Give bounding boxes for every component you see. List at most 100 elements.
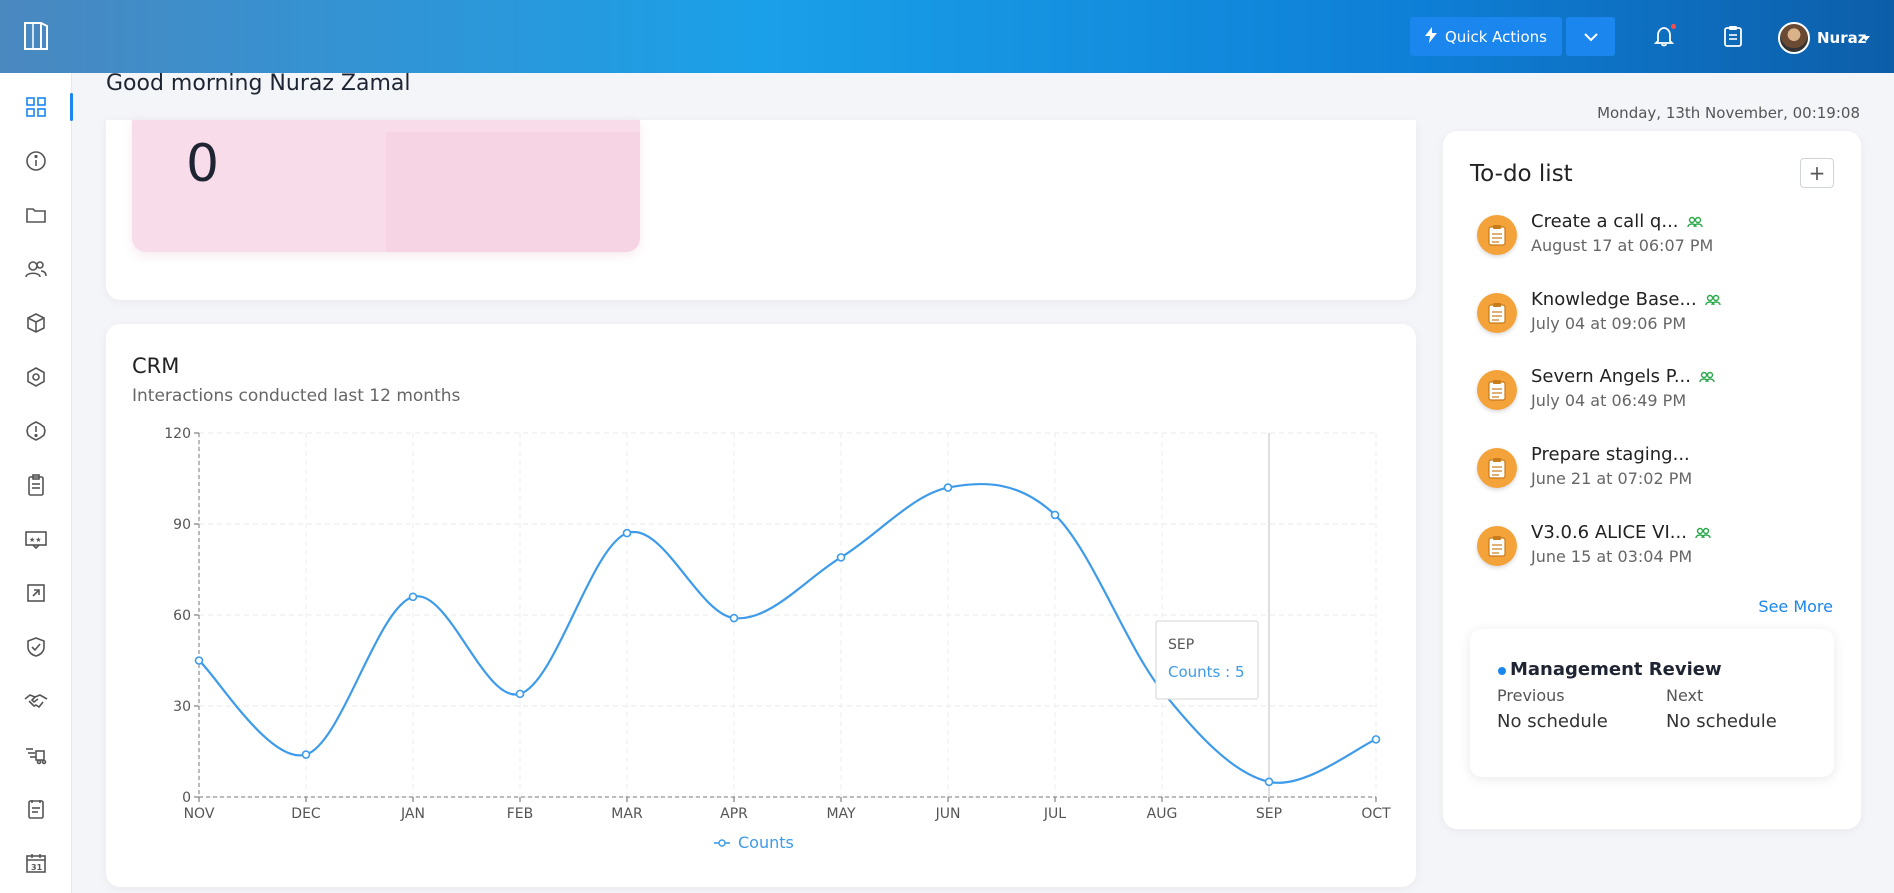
shared-group-icon bbox=[1686, 212, 1703, 233]
data-point bbox=[1050, 510, 1060, 520]
shared-group-icon bbox=[1704, 290, 1721, 311]
todo-item[interactable]: V3.0.6 ALICE VI... June 15 at 03:04 PM bbox=[1477, 520, 1837, 580]
data-point bbox=[301, 750, 311, 759]
tasks-clipboard-icon[interactable] bbox=[1719, 22, 1747, 50]
app-logo-icon[interactable] bbox=[22, 20, 50, 52]
next-value: No schedule bbox=[1666, 711, 1777, 732]
todo-item-name: Severn Angels P... bbox=[1531, 366, 1715, 388]
shield-check-icon[interactable] bbox=[0, 627, 72, 667]
todo-card: To-do list + Create a call q... August 17… bbox=[1443, 131, 1861, 829]
legend-marker bbox=[718, 839, 726, 847]
info-icon[interactable] bbox=[0, 141, 72, 181]
management-review-card[interactable]: Management Review Previous No schedule N… bbox=[1470, 629, 1834, 777]
svg-text:★★: ★★ bbox=[29, 536, 42, 544]
task-clipboard-icon bbox=[1477, 448, 1517, 488]
shared-group-icon bbox=[1699, 367, 1715, 388]
todo-item-label: Prepare staging... bbox=[1531, 444, 1690, 465]
todo-item-label: Knowledge Base... bbox=[1531, 289, 1697, 310]
todo-item-date: June 21 at 07:02 PM bbox=[1531, 469, 1693, 488]
x-tick-label: SEP bbox=[1256, 806, 1282, 822]
x-tick-label: MAR bbox=[611, 806, 643, 822]
y-tick-label: 90 bbox=[173, 517, 191, 533]
x-tick-label: AUG bbox=[1147, 806, 1178, 822]
todo-item-date: July 04 at 06:49 PM bbox=[1531, 391, 1687, 410]
task-clipboard-icon bbox=[1477, 215, 1517, 255]
data-point bbox=[515, 689, 525, 699]
x-tick-label: JUL bbox=[1043, 806, 1066, 822]
box-icon[interactable] bbox=[0, 303, 72, 343]
x-tick-label: OCT bbox=[1361, 806, 1391, 822]
user-name[interactable]: Nuraz bbox=[1817, 29, 1866, 47]
legend-label: Counts bbox=[738, 833, 794, 852]
dashboard-icon[interactable] bbox=[0, 87, 73, 127]
todo-item[interactable]: Knowledge Base... July 04 at 09:06 PM bbox=[1477, 287, 1837, 347]
x-tick-label: APR bbox=[720, 806, 748, 822]
todo-item-date: August 17 at 06:07 PM bbox=[1531, 236, 1714, 255]
current-datetime: Monday, 13th November, 00:19:08 bbox=[1597, 104, 1860, 122]
x-tick-label: JAN bbox=[400, 806, 425, 822]
data-point bbox=[1371, 735, 1381, 744]
top-bar: Quick Actions Nuraz bbox=[0, 0, 1894, 73]
data-point bbox=[836, 553, 846, 562]
data-point bbox=[1264, 777, 1274, 787]
see-more-link[interactable]: See More bbox=[1758, 597, 1833, 616]
next-label: Next bbox=[1666, 686, 1704, 705]
todo-item-label: Create a call q... bbox=[1531, 211, 1679, 232]
clipboard-icon[interactable] bbox=[0, 465, 72, 505]
calendar-icon[interactable]: 31 bbox=[0, 843, 72, 883]
shared-group-icon bbox=[1695, 523, 1711, 544]
x-tick-label: NOV bbox=[184, 806, 215, 822]
stat-value: 0 bbox=[186, 134, 220, 194]
delivery-icon[interactable] bbox=[0, 735, 72, 775]
y-tick-label: 60 bbox=[173, 608, 191, 624]
quick-actions-dropdown-button[interactable] bbox=[1566, 17, 1615, 56]
todo-item[interactable]: Severn Angels P... July 04 at 06:49 PM bbox=[1477, 364, 1837, 424]
notification-bell-icon[interactable] bbox=[1650, 22, 1678, 50]
y-tick-label: 120 bbox=[164, 426, 191, 442]
quick-actions-label: Quick Actions bbox=[1445, 27, 1547, 46]
task-clipboard-icon bbox=[1477, 370, 1517, 410]
todo-item-date: July 04 at 09:06 PM bbox=[1531, 314, 1687, 333]
crm-card: CRM Interactions conducted last 12 month… bbox=[106, 324, 1416, 887]
x-tick-label: MAY bbox=[826, 806, 856, 822]
todo-item[interactable]: Prepare staging... June 21 at 07:02 PM bbox=[1477, 442, 1837, 502]
chevron-down-icon bbox=[1583, 27, 1598, 46]
users-icon[interactable] bbox=[0, 249, 72, 289]
greeting-text: Good morning Nuraz Zamal bbox=[106, 71, 411, 96]
x-tick-label: DEC bbox=[291, 806, 321, 822]
bolt-icon bbox=[1425, 26, 1437, 47]
todo-item-name: V3.0.6 ALICE VI... bbox=[1531, 522, 1711, 544]
alert-icon[interactable] bbox=[0, 411, 72, 451]
external-link-icon[interactable] bbox=[0, 573, 72, 613]
management-review-title: Management Review bbox=[1510, 659, 1722, 680]
folder-icon[interactable] bbox=[0, 195, 72, 235]
status-dot bbox=[1498, 667, 1506, 675]
stat-tile[interactable]: 0 bbox=[132, 120, 640, 252]
notification-badge bbox=[1671, 24, 1676, 29]
previous-label: Previous bbox=[1497, 686, 1565, 705]
data-point bbox=[943, 483, 953, 492]
user-menu-caret-icon[interactable] bbox=[1862, 36, 1870, 41]
user-avatar[interactable] bbox=[1778, 22, 1810, 54]
settings-hex-icon[interactable] bbox=[0, 357, 72, 397]
quick-actions-button[interactable]: Quick Actions bbox=[1410, 17, 1562, 56]
tooltip-value: Counts : 5 bbox=[1168, 663, 1245, 681]
task-clipboard-icon bbox=[1477, 293, 1517, 333]
x-tick-label: JUN bbox=[935, 806, 961, 822]
todo-title: To-do list bbox=[1470, 161, 1573, 187]
todo-item[interactable]: Create a call q... August 17 at 06:07 PM bbox=[1477, 209, 1837, 269]
todo-item-name: Prepare staging... bbox=[1531, 444, 1690, 465]
stars-card-icon[interactable]: ★★ bbox=[0, 519, 72, 559]
todo-item-date: June 15 at 03:04 PM bbox=[1531, 547, 1693, 566]
checklist-icon[interactable] bbox=[0, 789, 72, 829]
add-todo-button[interactable]: + bbox=[1800, 158, 1834, 188]
handshake-icon[interactable] bbox=[0, 681, 72, 721]
tooltip-category: SEP bbox=[1168, 637, 1194, 653]
svg-text:31: 31 bbox=[31, 863, 43, 872]
task-clipboard-icon bbox=[1477, 526, 1517, 566]
data-point bbox=[622, 528, 632, 538]
todo-item-name: Create a call q... bbox=[1531, 211, 1703, 233]
tooltip-box bbox=[1155, 620, 1259, 700]
y-tick-label: 0 bbox=[182, 790, 191, 806]
crm-line-chart[interactable]: 0 30 60 90 120 NOV DEC JAN FEB MAR APR MAY JUN JUL AUG… bbox=[106, 324, 1416, 887]
